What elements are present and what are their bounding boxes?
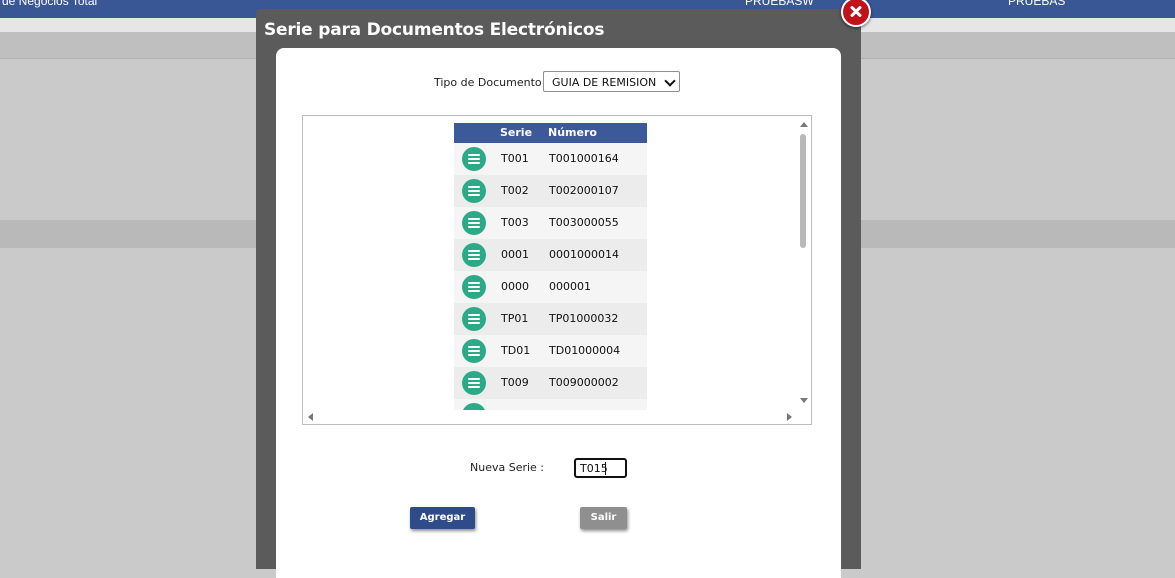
menu-lines-icon[interactable] (462, 307, 486, 331)
row-numero: T002000107 (549, 184, 619, 197)
app-user-text: PRUEBASW (745, 0, 814, 8)
menu-lines-icon[interactable] (462, 147, 486, 171)
chevron-down-icon (664, 75, 676, 87)
app-company-text: de Negocios Total (2, 0, 98, 8)
row-numero: T001000164 (549, 152, 619, 165)
table-row: 0001 0001000014 (454, 239, 647, 271)
doc-type-selected: GUIA DE REMISION (552, 76, 657, 89)
table-row: T003 T003000055 (454, 207, 647, 239)
column-header-serie: Serie (500, 126, 533, 139)
app-env-text: PRUEBAS (1008, 0, 1066, 8)
vertical-scrollbar[interactable] (797, 116, 811, 410)
dialog-panel: Tipo de Documento : GUIA DE REMISION Ser… (276, 48, 841, 578)
menu-lines-icon[interactable] (462, 243, 486, 267)
horizontal-scrollbar[interactable] (303, 410, 799, 424)
dialog-title: Serie para Documentos Electrónicos (264, 20, 605, 40)
row-serie: T001 (501, 152, 529, 165)
table-row: 0000 000001 (454, 271, 647, 303)
menu-lines-icon[interactable] (462, 371, 486, 395)
scroll-left-icon[interactable] (308, 413, 313, 421)
doc-type-select[interactable]: GUIA DE REMISION (543, 71, 680, 92)
table-row: TD01 TD01000004 (454, 335, 647, 367)
menu-lines-icon[interactable] (462, 179, 486, 203)
table-row: TP01 TP01000032 (454, 303, 647, 335)
scroll-right-icon[interactable] (787, 413, 792, 421)
add-button[interactable]: Agregar (410, 507, 475, 529)
row-serie: T009 (501, 376, 529, 389)
row-serie: 0001 (501, 248, 529, 261)
row-serie: TD01 (501, 344, 531, 357)
serie-dialog: Serie para Documentos Electrónicos Tipo … (256, 0, 871, 578)
scroll-up-icon[interactable] (800, 122, 808, 127)
table-row: T009 T009000002 (454, 367, 647, 399)
row-serie: T002 (501, 184, 529, 197)
row-numero: T003000055 (549, 216, 619, 229)
new-serie-input[interactable]: T015 (574, 458, 627, 478)
new-serie-label: Nueva Serie : (470, 461, 545, 474)
scroll-down-icon[interactable] (800, 398, 808, 403)
row-serie: 0000 (501, 280, 529, 293)
menu-lines-icon[interactable] (462, 339, 486, 363)
series-table-container: Serie Número T001 T001000164 T002 T00200… (302, 115, 812, 425)
new-serie-value: T015 (580, 462, 608, 475)
exit-button[interactable]: Salir (580, 507, 627, 529)
table-row: T002 T002000107 (454, 175, 647, 207)
row-serie: T003 (501, 216, 529, 229)
menu-lines-icon[interactable] (462, 275, 486, 299)
table-header: Serie Número (454, 123, 647, 143)
series-table: Serie Número T001 T001000164 T002 T00200… (454, 123, 647, 424)
text-caret (605, 462, 606, 475)
row-numero: TD01000004 (549, 344, 621, 357)
row-numero: 0001000014 (549, 248, 619, 261)
column-header-numero: Número (548, 126, 597, 139)
row-numero: TP01000032 (549, 312, 619, 325)
scroll-thumb[interactable] (800, 134, 806, 248)
table-row: T001 T001000164 (454, 143, 647, 175)
row-numero: 000001 (549, 280, 591, 293)
row-serie: TP01 (501, 312, 529, 325)
doc-type-label: Tipo de Documento : (434, 76, 549, 89)
menu-lines-icon[interactable] (462, 211, 486, 235)
row-numero: T009000002 (549, 376, 619, 389)
